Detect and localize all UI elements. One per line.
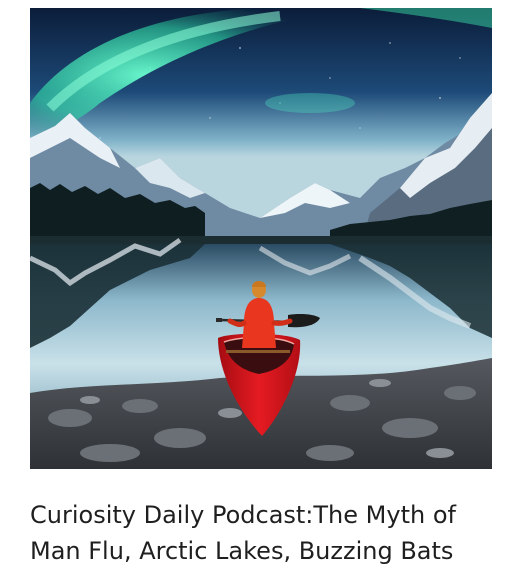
podcast-title-line-2: Man Flu, Arctic Lakes, Buzzing Bats — [30, 537, 454, 565]
podcast-card[interactable]: Curiosity Daily Podcast:The Myth of Man … — [0, 0, 530, 586]
podcast-title-line-1: Curiosity Daily Podcast:The Myth of — [30, 501, 456, 529]
podcast-title[interactable]: Curiosity Daily Podcast:The Myth of Man … — [30, 497, 510, 569]
podcast-thumbnail[interactable] — [30, 8, 492, 469]
aurora-lake-canoe-photo — [30, 8, 492, 469]
